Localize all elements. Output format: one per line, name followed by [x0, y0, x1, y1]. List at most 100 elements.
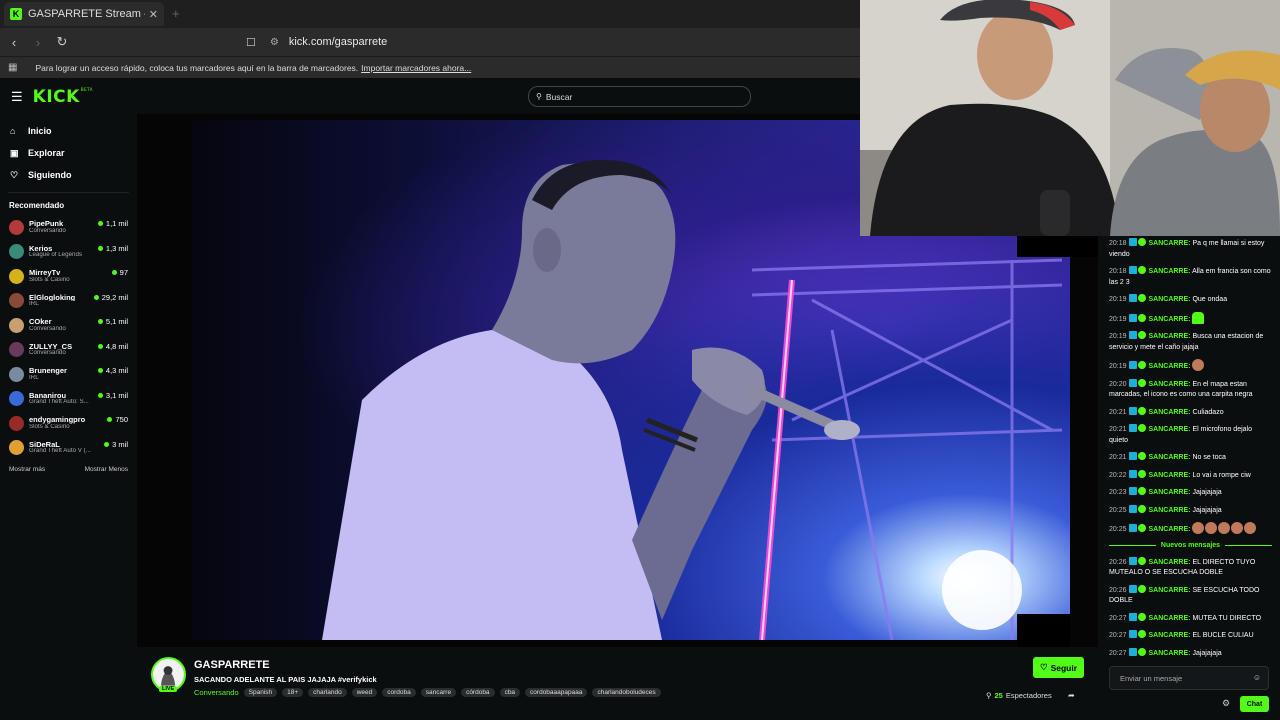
channel-text: MirreyTv Slots & Casino	[29, 269, 112, 283]
live-dot-icon	[104, 441, 110, 447]
message-username[interactable]: SANCARRE	[1148, 587, 1188, 594]
gear-icon[interactable]: ⚙	[1222, 698, 1230, 709]
message-username[interactable]: SANCARRE	[1148, 333, 1188, 340]
stream-tag[interactable]: weed	[351, 688, 378, 697]
recommended-channel[interactable]: ZULLYY_CS Conversando 4,8 mil	[0, 338, 137, 363]
badge-icon	[1128, 504, 1137, 513]
import-bookmarks-link[interactable]: Importar marcadores ahora...	[361, 63, 471, 73]
message-username[interactable]: SANCARRE	[1148, 381, 1188, 388]
emoji-icon[interactable]: ☺	[1253, 673, 1261, 682]
viewer-count: 3 mil	[104, 440, 128, 449]
follow-button[interactable]: ♡ Seguir	[1033, 657, 1084, 678]
browser-tab-bar: K GASPARRETE Stream - Watch Li ✕ +	[0, 0, 860, 28]
channel-text: COker Conversando	[29, 318, 98, 332]
recommended-channel[interactable]: ElGlogloking IRL 29,2 mil	[0, 289, 137, 314]
share-icon[interactable]: ➦	[1068, 691, 1075, 700]
sidebar-item-explorar[interactable]: ▣ Explorar	[0, 142, 137, 164]
letterbox	[1017, 236, 1098, 257]
recommended-channel[interactable]: MirreyTv Slots & Casino 97	[0, 264, 137, 289]
message-colon: :	[1188, 506, 1191, 514]
sidebar-item-inicio[interactable]: ⌂ Inicio	[0, 120, 137, 142]
kick-logo[interactable]: KICKBETA	[33, 87, 93, 107]
back-icon[interactable]: ‹	[4, 35, 24, 50]
show-less-button[interactable]: Mostrar Menos	[85, 466, 128, 473]
message-username[interactable]: SANCARRE	[1148, 240, 1188, 247]
message-colon: :	[1188, 363, 1191, 370]
channel-name[interactable]: GASPARRETE	[194, 659, 270, 671]
message-colon: :	[1188, 315, 1191, 323]
badge-icon	[1137, 313, 1146, 322]
stream-tag[interactable]: cba	[499, 688, 521, 697]
channel-avatar	[9, 391, 24, 407]
message-colon: :	[1188, 296, 1191, 303]
message-username[interactable]: SANCARRE	[1148, 268, 1188, 275]
viewer-count: 1,1 mil	[97, 219, 128, 228]
recommended-channel[interactable]: endygamingpro Slots & Casino 750	[0, 411, 137, 436]
channel-text: Brunenger IRL	[29, 367, 98, 381]
forward-icon[interactable]: ›	[28, 35, 48, 50]
message-username[interactable]: SANCARRE	[1148, 363, 1188, 370]
message-username[interactable]: SANCARRE	[1148, 426, 1188, 433]
badge-icon	[1137, 294, 1146, 302]
channel-avatar	[9, 342, 24, 358]
recommended-channel[interactable]: PipePunk Conversando 1,1 mil	[0, 215, 137, 240]
message-username[interactable]: SANCARRE	[1148, 409, 1188, 416]
emote-icon	[1192, 359, 1205, 371]
message-username[interactable]: SANCARRE	[1148, 650, 1188, 657]
stream-tag[interactable]: cordoba	[382, 688, 416, 697]
category-link[interactable]: Conversando	[194, 688, 239, 697]
message-username[interactable]: SANCARRE	[1148, 615, 1188, 622]
chat-send-button[interactable]: Chat	[1240, 696, 1269, 712]
address-bar[interactable]: ☐ ⚙ kick.com/gasparrete	[246, 31, 860, 53]
site-info-icon[interactable]: ⚙	[270, 37, 279, 48]
channel-name: COker	[29, 318, 52, 326]
close-tab-icon[interactable]: ✕	[149, 8, 158, 21]
message-username[interactable]: SANCARRE	[1148, 507, 1188, 514]
live-dot-icon	[97, 392, 103, 398]
message-username[interactable]: SANCARRE	[1148, 526, 1188, 533]
message-username[interactable]: SANCARRE	[1148, 454, 1188, 461]
stream-tag[interactable]: sancarre	[420, 688, 457, 697]
show-more-button[interactable]: Mostrar más	[9, 466, 45, 473]
stream-tag[interactable]: cordobaaapapaaa	[525, 688, 588, 697]
message-username[interactable]: SANCARRE	[1148, 632, 1188, 639]
webcam-video	[860, 0, 1280, 236]
live-dot-icon	[111, 270, 117, 275]
apps-grid-icon[interactable]: ▦	[8, 62, 17, 73]
recommended-channel[interactable]: Brunenger IRL 4,3 mil	[0, 362, 137, 387]
message-username[interactable]: SANCARRE	[1148, 489, 1188, 496]
viewer-number: 1,3 mil	[105, 243, 128, 253]
stream-tag[interactable]: Spanish	[243, 688, 278, 697]
bookmarks-bar: ▦ Para lograr un acceso rápido, coloca t…	[0, 56, 860, 78]
bookmark-icon[interactable]: ☐	[246, 36, 256, 49]
recommended-channel[interactable]: Bananirou Grand Theft Auto: S... 3,1 mil	[0, 387, 137, 412]
stream-tag[interactable]: córdoba	[461, 688, 495, 697]
badge-icon	[1137, 584, 1146, 593]
chat-message-input[interactable]: Enviar un mensaje ☺	[1109, 666, 1269, 690]
recommended-channel[interactable]: Kerios League of Legends 1,3 mil	[0, 240, 137, 265]
viewer-number: 29,2 mil	[101, 292, 128, 302]
badge-icon	[1128, 452, 1137, 460]
badge-icon	[1137, 452, 1146, 460]
new-tab-icon[interactable]: +	[172, 6, 180, 21]
stream-tag[interactable]: charlandoboludeces	[592, 688, 661, 697]
message-username[interactable]: SANCARRE	[1148, 316, 1188, 323]
chat-message: 20:27 SANCARRE: Jajajajaja	[1109, 647, 1272, 660]
message-username[interactable]: SANCARRE	[1148, 296, 1188, 303]
recommended-channel[interactable]: COker Conversando 5,1 mil	[0, 313, 137, 338]
divider	[8, 192, 129, 193]
browser-tab[interactable]: K GASPARRETE Stream - Watch Li ✕	[4, 2, 164, 26]
sidebar-item-siguiendo[interactable]: ♡ Siguiendo	[0, 164, 137, 186]
search-input[interactable]: ⚲ Buscar	[528, 86, 751, 107]
stream-tag[interactable]: 18+	[282, 688, 304, 697]
hamburger-menu-icon[interactable]: ☰	[11, 89, 23, 105]
channel-category: IRL	[29, 301, 39, 308]
reload-icon[interactable]: ↻	[52, 34, 72, 50]
stream-tag[interactable]: charlando	[308, 688, 347, 697]
live-dot-icon	[107, 417, 113, 422]
channel-category: League of Legends	[29, 252, 82, 259]
message-username[interactable]: SANCARRE	[1148, 472, 1188, 479]
recommended-channel[interactable]: SiDeRaL Grand Theft Auto V (... 3 mil	[0, 436, 137, 461]
message-username[interactable]: SANCARRE	[1148, 559, 1188, 566]
channel-name: Bananirou	[29, 391, 67, 400]
